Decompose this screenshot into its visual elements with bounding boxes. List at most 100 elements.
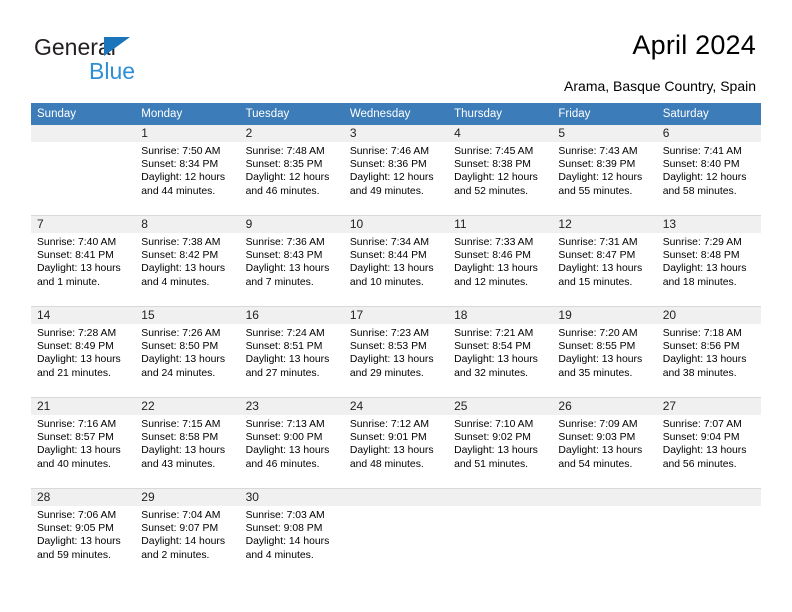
calendar-day-cell[interactable]: 30 Sunrise: 7:03 AM Sunset: 9:08 PM Dayligh… <box>239 488 344 579</box>
logo-text-blue: Blue <box>89 58 136 84</box>
day-number <box>31 125 136 142</box>
weekday-header-wednesday: Wednesday <box>343 103 449 125</box>
calendar-day-cell[interactable]: 20 Sunrise: 7:18 AM Sunset: 8:56 PM Dayligh… <box>656 306 761 398</box>
day-sun-info: Sunrise: 7:43 AM Sunset: 8:39 PM Daylight:… <box>552 142 656 198</box>
sunrise-text: Sunrise: 7:13 AM <box>245 419 325 430</box>
day-cell-inner: 30 Sunrise: 7:03 AM Sunset: 9:08 PM Dayligh… <box>239 489 344 579</box>
day-sun-info: Sunrise: 7:28 AM Sunset: 8:49 PM Daylight:… <box>31 324 135 380</box>
sunrise-text: Sunrise: 7:26 AM <box>141 328 221 339</box>
daylight-text-line1: Daylight: 12 hours <box>454 172 538 184</box>
day-number: 25 <box>448 398 553 415</box>
day-cell-inner: 3 Sunrise: 7:46 AM Sunset: 8:36 PM Daylight… <box>343 125 449 215</box>
day-sun-info: Sunrise: 7:13 AM Sunset: 9:00 PM Daylight:… <box>240 415 344 471</box>
calendar-day-cell[interactable]: 5 Sunrise: 7:43 AM Sunset: 8:39 PM Daylight… <box>552 125 657 216</box>
sunset-text: Sunset: 8:56 PM <box>662 341 740 353</box>
day-number: 15 <box>135 307 240 324</box>
daylight-text-line1: Daylight: 13 hours <box>37 263 121 275</box>
daylight-text-line2: and 56 minutes. <box>662 458 737 470</box>
calendar-day-cell[interactable]: 14 Sunrise: 7:28 AM Sunset: 8:49 PM Dayligh… <box>31 306 136 398</box>
calendar-day-cell[interactable]: 6 Sunrise: 7:41 AM Sunset: 8:40 PM Daylight… <box>656 125 761 216</box>
calendar-day-cell[interactable]: 11 Sunrise: 7:33 AM Sunset: 8:46 PM Dayligh… <box>448 215 553 307</box>
sunrise-text: Sunrise: 7:31 AM <box>558 237 638 248</box>
calendar-day-cell[interactable]: 24 Sunrise: 7:12 AM Sunset: 9:01 PM Dayligh… <box>343 397 449 489</box>
sunset-text: Sunset: 9:00 PM <box>245 432 323 444</box>
sunset-text: Sunset: 8:38 PM <box>454 159 531 171</box>
calendar-day-cell[interactable]: 9 Sunrise: 7:36 AM Sunset: 8:43 PM Daylight… <box>239 215 344 307</box>
calendar-day-cell[interactable]: 13 Sunrise: 7:29 AM Sunset: 8:48 PM Dayligh… <box>656 215 761 307</box>
daylight-text-line1: Daylight: 13 hours <box>141 354 226 366</box>
day-cell-inner: 21 Sunrise: 7:16 AM Sunset: 8:57 PM Dayligh… <box>31 398 136 488</box>
weekday-header-tuesday: Tuesday <box>239 103 344 125</box>
daylight-text-line1: Daylight: 13 hours <box>349 445 434 457</box>
calendar-day-cell[interactable]: 25 Sunrise: 7:10 AM Sunset: 9:02 PM Dayligh… <box>448 397 553 489</box>
calendar-day-cell[interactable]: 22 Sunrise: 7:15 AM Sunset: 8:58 PM Dayligh… <box>135 397 240 489</box>
calendar-day-cell[interactable] <box>552 488 657 579</box>
daylight-text-line1: Daylight: 13 hours <box>662 445 747 457</box>
daylight-text-line2: and 44 minutes. <box>141 185 216 197</box>
day-number: 27 <box>656 398 761 415</box>
sunrise-text: Sunrise: 7:33 AM <box>454 237 534 248</box>
day-sun-info: Sunrise: 7:26 AM Sunset: 8:50 PM Daylight:… <box>135 324 239 380</box>
calendar-day-cell[interactable]: 12 Sunrise: 7:31 AM Sunset: 8:47 PM Dayligh… <box>552 215 657 307</box>
day-cell-inner: 17 Sunrise: 7:23 AM Sunset: 8:53 PM Dayligh… <box>343 307 449 397</box>
calendar-day-cell[interactable]: 2 Sunrise: 7:48 AM Sunset: 8:35 PM Daylight… <box>239 125 344 216</box>
calendar-day-cell[interactable]: 3 Sunrise: 7:46 AM Sunset: 8:36 PM Daylight… <box>343 125 449 216</box>
daylight-text-line2: and 27 minutes. <box>245 367 320 379</box>
page-title: April 2024 <box>632 30 756 60</box>
calendar-day-cell[interactable]: 23 Sunrise: 7:13 AM Sunset: 9:00 PM Dayligh… <box>239 397 344 489</box>
sunrise-text: Sunrise: 7:06 AM <box>37 510 117 521</box>
day-number: 21 <box>31 398 136 415</box>
day-sun-info: Sunrise: 7:06 AM Sunset: 9:05 PM Daylight:… <box>31 506 135 562</box>
calendar-day-cell[interactable]: 1 Sunrise: 7:50 AM Sunset: 8:34 PM Daylight… <box>135 125 240 216</box>
calendar-week-row: 1 Sunrise: 7:50 AM Sunset: 8:34 PM Daylight… <box>31 125 761 216</box>
day-sun-info: Sunrise: 7:12 AM Sunset: 9:01 PM Daylight:… <box>344 415 448 471</box>
sunrise-text: Sunrise: 7:16 AM <box>37 419 117 430</box>
calendar-day-cell[interactable]: 21 Sunrise: 7:16 AM Sunset: 8:57 PM Dayligh… <box>31 397 136 489</box>
calendar-day-cell[interactable]: 28 Sunrise: 7:06 AM Sunset: 9:05 PM Dayligh… <box>31 488 136 579</box>
sunset-text: Sunset: 8:46 PM <box>454 250 531 262</box>
sunset-text: Sunset: 8:57 PM <box>37 432 114 444</box>
sunrise-text: Sunrise: 7:46 AM <box>349 146 429 157</box>
daylight-text-line1: Daylight: 13 hours <box>349 354 434 366</box>
calendar-day-cell[interactable]: 7 Sunrise: 7:40 AM Sunset: 8:41 PM Daylight… <box>31 215 136 307</box>
day-sun-info: Sunrise: 7:45 AM Sunset: 8:38 PM Daylight:… <box>448 142 552 198</box>
sunrise-text: Sunrise: 7:34 AM <box>349 237 429 248</box>
day-sun-info: Sunrise: 7:40 AM Sunset: 8:41 PM Daylight:… <box>31 233 135 289</box>
day-cell-inner: 2 Sunrise: 7:48 AM Sunset: 8:35 PM Daylight… <box>239 125 344 215</box>
calendar-day-cell[interactable] <box>31 125 136 216</box>
calendar-day-cell[interactable]: 19 Sunrise: 7:20 AM Sunset: 8:55 PM Dayligh… <box>552 306 657 398</box>
sunrise-text: Sunrise: 7:41 AM <box>662 146 742 157</box>
calendar-day-cell[interactable]: 8 Sunrise: 7:38 AM Sunset: 8:42 PM Daylight… <box>135 215 240 307</box>
calendar-day-cell[interactable]: 26 Sunrise: 7:09 AM Sunset: 9:03 PM Dayligh… <box>552 397 657 489</box>
calendar-day-cell[interactable]: 15 Sunrise: 7:26 AM Sunset: 8:50 PM Dayligh… <box>135 306 240 398</box>
daylight-text-line2: and 46 minutes. <box>245 458 320 470</box>
daylight-text-line1: Daylight: 13 hours <box>37 354 121 366</box>
day-cell-inner: 1 Sunrise: 7:50 AM Sunset: 8:34 PM Daylight… <box>135 125 240 215</box>
calendar-day-cell[interactable] <box>448 488 553 579</box>
calendar-day-cell[interactable]: 4 Sunrise: 7:45 AM Sunset: 8:38 PM Daylight… <box>448 125 553 216</box>
day-cell-inner: 10 Sunrise: 7:34 AM Sunset: 8:44 PM Dayligh… <box>343 216 449 306</box>
calendar-day-cell[interactable]: 18 Sunrise: 7:21 AM Sunset: 8:54 PM Dayligh… <box>448 306 553 398</box>
sunrise-text: Sunrise: 7:23 AM <box>349 328 429 339</box>
logo-triangle-icon <box>104 37 130 56</box>
sunset-text: Sunset: 9:08 PM <box>245 523 323 535</box>
calendar-day-cell[interactable]: 17 Sunrise: 7:23 AM Sunset: 8:53 PM Dayligh… <box>343 306 449 398</box>
daylight-text-line1: Daylight: 13 hours <box>37 445 121 457</box>
calendar-day-cell[interactable]: 16 Sunrise: 7:24 AM Sunset: 8:51 PM Dayligh… <box>239 306 344 398</box>
calendar-day-cell[interactable] <box>656 488 761 579</box>
calendar-day-cell[interactable] <box>343 488 449 579</box>
day-sun-info: Sunrise: 7:18 AM Sunset: 8:56 PM Daylight:… <box>657 324 761 380</box>
calendar-header-row: Sunday Monday Tuesday Wednesday Thursday… <box>31 103 761 125</box>
calendar-day-cell[interactable]: 10 Sunrise: 7:34 AM Sunset: 8:44 PM Dayligh… <box>343 215 449 307</box>
daylight-text-line2: and 29 minutes. <box>349 367 424 379</box>
daylight-text-line2: and 4 minutes. <box>141 276 210 288</box>
day-cell-inner <box>552 489 657 579</box>
sunrise-text: Sunrise: 7:04 AM <box>141 510 221 521</box>
daylight-text-line2: and 40 minutes. <box>37 458 111 470</box>
sunrise-text: Sunrise: 7:15 AM <box>141 419 221 430</box>
calendar-day-cell[interactable]: 27 Sunrise: 7:07 AM Sunset: 9:04 PM Dayligh… <box>656 397 761 489</box>
sunrise-text: Sunrise: 7:09 AM <box>558 419 638 430</box>
calendar-day-cell[interactable]: 29 Sunrise: 7:04 AM Sunset: 9:07 PM Dayligh… <box>135 488 240 579</box>
day-number: 3 <box>343 125 449 142</box>
day-sun-info: Sunrise: 7:31 AM Sunset: 8:47 PM Daylight:… <box>552 233 656 289</box>
